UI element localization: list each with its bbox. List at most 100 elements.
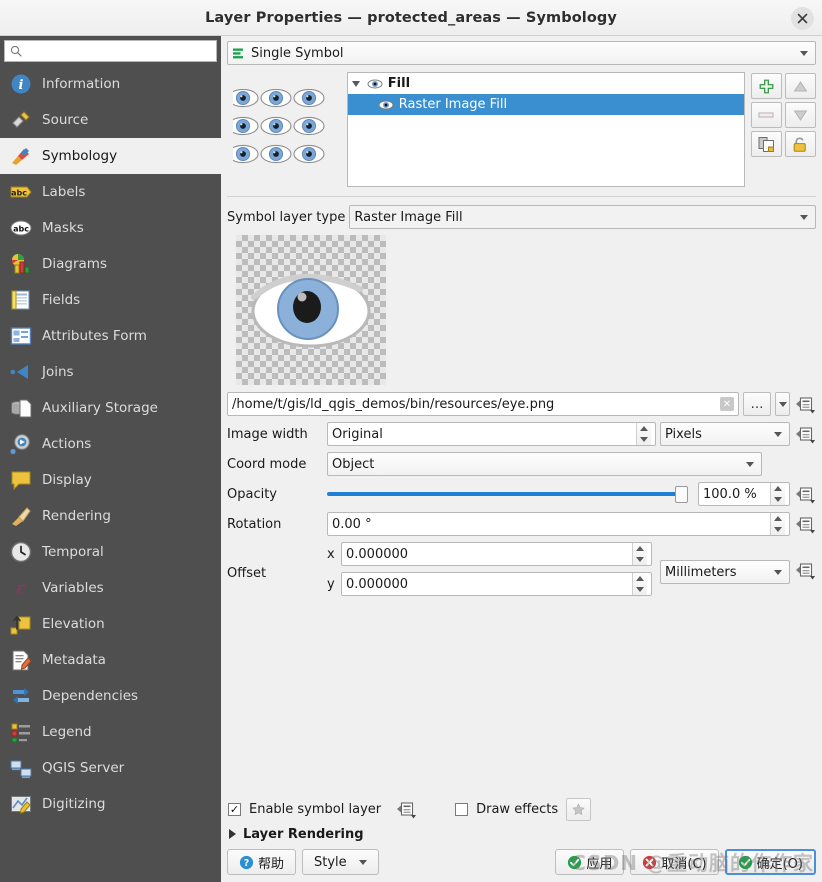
data-defined-override-icon[interactable] <box>794 514 816 534</box>
symbol-layer-type-row: Symbol layer type Raster Image Fill <box>227 205 816 229</box>
coord-mode-combo[interactable]: Object <box>327 452 762 476</box>
sidebar-item-display[interactable]: Display <box>0 462 221 498</box>
sidebar-item-label: Dependencies <box>42 688 139 704</box>
opacity-value: 100.0 % <box>703 486 757 502</box>
sidebar-item-attributes-form[interactable]: Attributes Form <box>0 318 221 354</box>
search-box[interactable] <box>4 40 217 62</box>
style-button-label: Style <box>314 854 347 870</box>
opacity-field[interactable]: 100.0 % <box>698 482 790 506</box>
layer-rendering-label: Layer Rendering <box>243 826 364 842</box>
information-icon: i <box>11 74 31 94</box>
sidebar-item-label: Auxiliary Storage <box>42 400 158 416</box>
disclosure-triangle-icon[interactable] <box>351 80 360 87</box>
image-width-stepper[interactable] <box>636 423 651 445</box>
sidebar-item-information[interactable]: i Information <box>0 66 221 102</box>
remove-symbol-layer-button[interactable] <box>750 102 782 128</box>
dependencies-icon <box>13 688 29 704</box>
fields-table-icon <box>11 290 30 310</box>
sidebar-item-rendering[interactable]: Rendering <box>0 498 221 534</box>
help-button[interactable]: ? 帮助 <box>227 849 297 875</box>
sidebar-item-label: Masks <box>42 220 84 236</box>
symbol-layer-tree-row[interactable]: Raster Image Fill <box>347 94 744 115</box>
enable-symbol-layer-checkbox[interactable]: ✓ <box>228 802 241 816</box>
image-path-field[interactable]: /home/t/gis/ld_qgis_demos/bin/resources/… <box>227 392 739 416</box>
data-defined-override-icon[interactable] <box>395 799 417 819</box>
opacity-slider-handle[interactable] <box>675 485 688 503</box>
layer-rendering-section[interactable]: Layer Rendering <box>221 822 822 846</box>
image-path-row: /home/t/gis/ld_qgis_demos/bin/resources/… <box>227 392 816 416</box>
sidebar-item-auxiliary-storage[interactable]: Auxiliary Storage <box>0 390 221 426</box>
sidebar-item-fields[interactable]: Fields <box>0 282 221 318</box>
sidebar-item-label: QGIS Server <box>42 760 125 776</box>
lock-symbol-layer-button[interactable] <box>784 131 816 157</box>
masks-abc-icon: abc <box>10 220 32 236</box>
labels-abc-icon: abc <box>10 186 32 198</box>
browse-image-button[interactable]: … <box>743 392 771 416</box>
sidebar-item-masks[interactable]: abc Masks <box>0 210 221 246</box>
draw-effects-checkbox[interactable] <box>455 802 469 816</box>
symbol-options-row: ✓ Enable symbol layer Draw effects <box>221 796 822 822</box>
cancel-red-icon <box>643 855 657 869</box>
image-width-unit-value: Pixels <box>665 426 702 442</box>
plus-icon <box>759 79 774 93</box>
opacity-slider[interactable] <box>327 482 688 506</box>
sidebar-item-diagrams[interactable]: Diagrams <box>0 246 221 282</box>
sidebar-search-wrap <box>0 36 221 65</box>
sidebar-item-elevation[interactable]: Elevation <box>0 606 221 642</box>
offset-unit-combo[interactable]: Millimeters <box>660 560 790 584</box>
sidebar-item-digitizing[interactable]: Digitizing <box>0 786 221 822</box>
rotation-field[interactable]: 0.00 ° <box>327 512 790 536</box>
minus-icon <box>758 112 774 118</box>
add-symbol-layer-button[interactable] <box>750 73 782 99</box>
cancel-button[interactable]: 取消(C) <box>630 849 719 875</box>
data-defined-override-icon[interactable] <box>794 484 816 504</box>
browse-dropdown-button[interactable] <box>775 392 790 416</box>
move-symbol-layer-down-button[interactable] <box>784 102 816 128</box>
image-width-field[interactable]: Original <box>327 422 656 446</box>
duplicate-symbol-layer-button[interactable] <box>750 131 782 157</box>
coord-mode-label: Coord mode <box>227 456 307 472</box>
eye-symbol-icon <box>378 100 394 109</box>
symbol-layer-tree[interactable]: Fill Raster Image Fill <box>346 72 745 187</box>
single-symbol-icon <box>233 48 243 58</box>
ok-button[interactable]: 确定(O) <box>724 849 816 875</box>
symbol-tree-buttons <box>750 72 816 187</box>
sidebar-item-legend[interactable]: Legend <box>0 714 221 750</box>
sidebar-item-dependencies[interactable]: Dependencies <box>0 678 221 714</box>
rotation-stepper[interactable] <box>770 513 785 535</box>
offset-y-stepper[interactable] <box>632 573 647 595</box>
sidebar-item-actions[interactable]: Actions <box>0 426 221 462</box>
renderer-type-combo[interactable]: Single Symbol <box>227 41 816 65</box>
symbol-layer-type-value: Raster Image Fill <box>354 209 463 225</box>
symbol-layer-type-combo[interactable]: Raster Image Fill <box>349 205 816 229</box>
sidebar-item-qgis-server[interactable]: QGIS Server <box>0 750 221 786</box>
move-symbol-layer-up-button[interactable] <box>784 73 816 99</box>
opacity-stepper[interactable] <box>770 483 785 505</box>
sidebar-item-symbology[interactable]: Symbology <box>0 138 221 174</box>
offset-x-field[interactable]: 0.000000 <box>341 542 652 566</box>
draw-effects-settings-button[interactable] <box>566 797 592 821</box>
style-button[interactable]: Style <box>302 849 379 875</box>
sidebar-item-source[interactable]: Source <box>0 102 221 138</box>
close-icon[interactable] <box>791 7 814 30</box>
offset-x-stepper[interactable] <box>632 543 647 565</box>
page-title: Layer Properties — protected_areas — Sym… <box>205 9 617 26</box>
data-defined-override-icon[interactable] <box>794 394 816 414</box>
search-input[interactable] <box>27 43 211 59</box>
triangle-up-icon <box>793 80 807 91</box>
sidebar-item-joins[interactable]: Joins <box>0 354 221 390</box>
sidebar-item-label: Symbology <box>42 148 118 164</box>
sidebar-item-variables[interactable]: ε Variables <box>0 570 221 606</box>
data-defined-override-icon[interactable] <box>794 424 816 444</box>
opacity-slider-track <box>327 492 688 496</box>
apply-button[interactable]: 应用 <box>555 849 625 875</box>
image-width-row: Image width Original Pixels <box>227 422 816 446</box>
image-width-unit-combo[interactable]: Pixels <box>660 422 790 446</box>
symbol-layer-tree-row[interactable]: Fill <box>348 73 744 94</box>
sidebar-item-labels[interactable]: abc Labels <box>0 174 221 210</box>
offset-y-field[interactable]: 0.000000 <box>341 572 652 596</box>
clear-icon[interactable]: ✕ <box>720 397 734 411</box>
data-defined-override-icon[interactable] <box>794 560 816 580</box>
sidebar-item-temporal[interactable]: Temporal <box>0 534 221 570</box>
sidebar-item-metadata[interactable]: Metadata <box>0 642 221 678</box>
